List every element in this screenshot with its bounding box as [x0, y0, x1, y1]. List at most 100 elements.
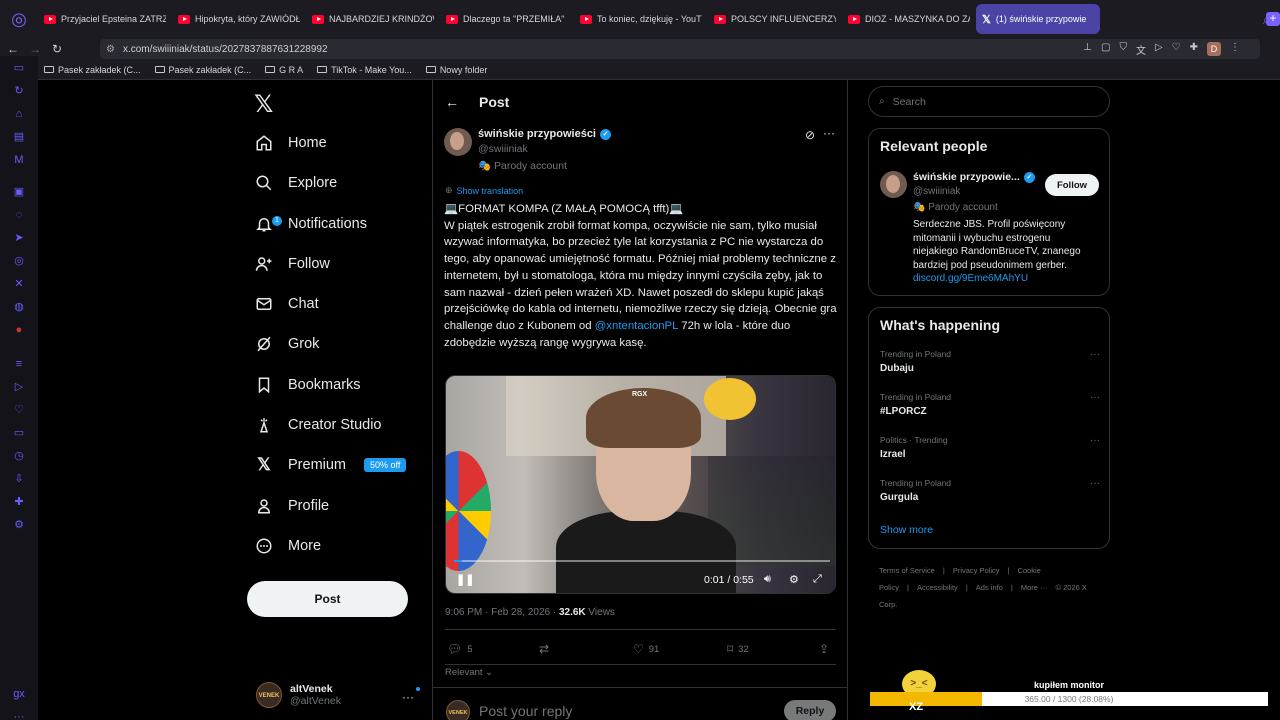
person-name[interactable]: świńskie przypowie... ✓	[913, 171, 1035, 183]
extensions-icon[interactable]: ✚	[1190, 42, 1198, 57]
person-bio-link[interactable]: discord.gg/9Eme6MAhYU	[913, 272, 1093, 286]
sidebar-x-icon[interactable]: ✕	[13, 278, 25, 290]
browser-tab[interactable]: 𝕏 (1) świńskie przypowie	[976, 4, 1100, 34]
repost-action[interactable]: ⇄	[539, 642, 554, 656]
sidebar-sync-icon[interactable]: ↻	[13, 85, 25, 97]
browser-tab[interactable]: To koniec, dziękuję - YouT	[574, 4, 708, 34]
sidebar-extensions-icon[interactable]: ✚	[13, 496, 25, 508]
nav-notifications[interactable]: 1 Notifications	[254, 209, 367, 239]
translate-icon[interactable]: 文	[1136, 42, 1146, 57]
sidebar-settings-icon[interactable]: ⚙	[13, 519, 25, 531]
sidebar-more-icon[interactable]: ···	[13, 711, 25, 720]
pin-icon[interactable]: ⊥	[1083, 42, 1092, 57]
reload-icon[interactable]: ↻	[48, 42, 66, 56]
site-info-icon[interactable]: ⚙	[106, 44, 115, 55]
author-handle[interactable]: @swiiiniak	[478, 143, 528, 155]
nav-premium[interactable]: 𝕏 Premium 50% off	[254, 450, 407, 480]
forward-icon[interactable]: →	[26, 42, 44, 56]
footer-link[interactable]: Privacy Policy	[953, 566, 1000, 575]
reply-action[interactable]: 💬︎ 5	[447, 642, 473, 656]
sidebar-send-icon[interactable]: ▷	[13, 381, 25, 393]
nav-grok[interactable]: Grok	[254, 329, 319, 359]
sidebar-messenger-icon[interactable]: ◌	[13, 209, 25, 221]
sidebar-telegram-icon[interactable]: ➤	[13, 232, 25, 244]
compose-post-button[interactable]: Post	[247, 581, 408, 617]
sidebar-workspaces-icon[interactable]: ▭	[13, 62, 25, 74]
bookmark-action[interactable]: ⌑ 32	[727, 642, 749, 656]
post-more-icon[interactable]: ···	[823, 126, 835, 140]
snapshot-icon[interactable]: ▢	[1101, 42, 1110, 57]
account-more-icon[interactable]: ···	[402, 690, 414, 704]
sidebar-discord-icon[interactable]: ◍	[13, 301, 25, 313]
trend-item[interactable]: Trending in Poland Dubaju ···	[880, 349, 1100, 374]
share-action[interactable]: ⇪	[819, 642, 829, 656]
shield-icon[interactable]: ⛉	[1119, 42, 1127, 57]
video-progress-bar[interactable]	[454, 560, 830, 562]
fullscreen-icon[interactable]: ⤢	[813, 573, 822, 586]
footer-link[interactable]: Ads info	[976, 583, 1003, 592]
grok-explain-icon[interactable]: ⊘	[805, 128, 815, 142]
sidebar-download-icon[interactable]: ⇩	[13, 473, 25, 485]
tab-search-icon[interactable]: ⌕	[1263, 12, 1270, 28]
post-timestamp[interactable]: 9:06 PM · Feb 28, 2026 ·	[445, 607, 559, 618]
browser-tab[interactable]: Hipokryta, który ZAWIÓDŁ	[172, 4, 306, 34]
nav-chat[interactable]: Chat	[254, 289, 319, 319]
back-icon[interactable]: ←	[4, 42, 22, 56]
trend-item[interactable]: Politics · Trending Izrael ···	[880, 435, 1100, 460]
nav-bookmarks[interactable]: Bookmarks	[254, 370, 361, 400]
trend-more-icon[interactable]: ···	[1090, 435, 1100, 446]
x-logo-icon[interactable]: 𝕏	[254, 90, 273, 118]
bookmark-item[interactable]: TikTok - Make You...	[317, 65, 412, 75]
bookmark-item[interactable]: Pasek zakładek (C...	[44, 65, 141, 75]
sidebar-wallet-icon[interactable]: ▭	[13, 427, 25, 439]
search-bar[interactable]: ⌕	[868, 86, 1110, 117]
bookmark-item[interactable]: G R A	[265, 65, 303, 75]
footer-link[interactable]: Accessibility	[917, 583, 958, 592]
settings-gear-icon[interactable]: ⚙	[789, 573, 799, 586]
browser-tab[interactable]: Dlaczego ta "PRZEMIŁA"	[440, 4, 574, 34]
sidebar-tools-icon[interactable]: ▤	[13, 131, 25, 143]
sidebar-instagram-icon[interactable]: ◎	[13, 255, 25, 267]
like-action[interactable]: ♡ 91	[633, 642, 659, 656]
trend-more-icon[interactable]: ···	[1090, 349, 1100, 360]
person-handle[interactable]: @swiiiniak	[913, 186, 960, 197]
address-bar[interactable]: ⚙ x.com/swiiiniak/status/202783788763122…	[100, 39, 1260, 59]
nav-explore[interactable]: Explore	[254, 168, 337, 198]
profile-avatar[interactable]: D	[1207, 41, 1221, 56]
nav-more[interactable]: More	[254, 531, 321, 561]
footer-link[interactable]: More ···	[1021, 583, 1048, 592]
nav-home[interactable]: Home	[254, 128, 327, 158]
footer-link[interactable]: Terms of Service	[879, 566, 935, 575]
author-avatar[interactable]	[444, 128, 472, 156]
browser-logo-icon[interactable]: ◎	[0, 0, 38, 38]
mention-link[interactable]: @xntentacionPL	[595, 320, 678, 332]
reply-button[interactable]: Reply	[784, 700, 836, 720]
sidebar-heart-icon[interactable]: ♡	[13, 404, 25, 416]
send-icon[interactable]: ▷	[1155, 42, 1163, 57]
browser-tab[interactable]: POLSCY INFLUENCERZY	[708, 4, 842, 34]
reply-sort-dropdown[interactable]: Relevant ⌄	[445, 667, 493, 678]
sidebar-history-icon[interactable]: ◷	[13, 450, 25, 462]
browser-tab[interactable]: NAJBARDZIEJ KRINDŻOW	[306, 4, 440, 34]
follow-button[interactable]: Follow	[1045, 174, 1099, 196]
video-player[interactable]: RGX ❚❚ 0:01 / 0:55 🔊︎ ⚙ ⤢	[445, 375, 836, 594]
browser-tab[interactable]: DIOZ - MASZYNKA DO ZA	[842, 4, 976, 34]
menu-icon[interactable]: ⋮	[1230, 42, 1240, 57]
volume-icon[interactable]: 🔊︎	[764, 573, 771, 586]
bookmark-item[interactable]: Nowy folder	[425, 65, 487, 75]
pause-icon[interactable]: ❚❚	[456, 573, 474, 586]
trend-more-icon[interactable]: ···	[1090, 478, 1100, 489]
account-switcher[interactable]: VENEK altVenek @altVenek ···	[256, 682, 414, 708]
back-arrow-icon[interactable]: ←	[445, 94, 459, 110]
browser-tab[interactable]: Przyjaciel Epsteina ZATRZ	[38, 4, 172, 34]
trend-more-icon[interactable]: ···	[1090, 392, 1100, 403]
heart-icon[interactable]: ♡	[1172, 42, 1181, 57]
bookmark-item[interactable]: Pasek zakładek (C...	[154, 65, 251, 75]
reply-input[interactable]	[479, 703, 769, 719]
show-translation-link[interactable]: ⊕ Show translation	[445, 185, 523, 196]
nav-profile[interactable]: Profile	[254, 491, 329, 521]
nav-follow[interactable]: Follow	[254, 249, 330, 279]
show-more-link[interactable]: Show more	[880, 524, 933, 536]
url-text[interactable]: x.com/swiiiniak/status/20278378876312289…	[123, 44, 328, 55]
person-avatar[interactable]	[880, 171, 907, 198]
